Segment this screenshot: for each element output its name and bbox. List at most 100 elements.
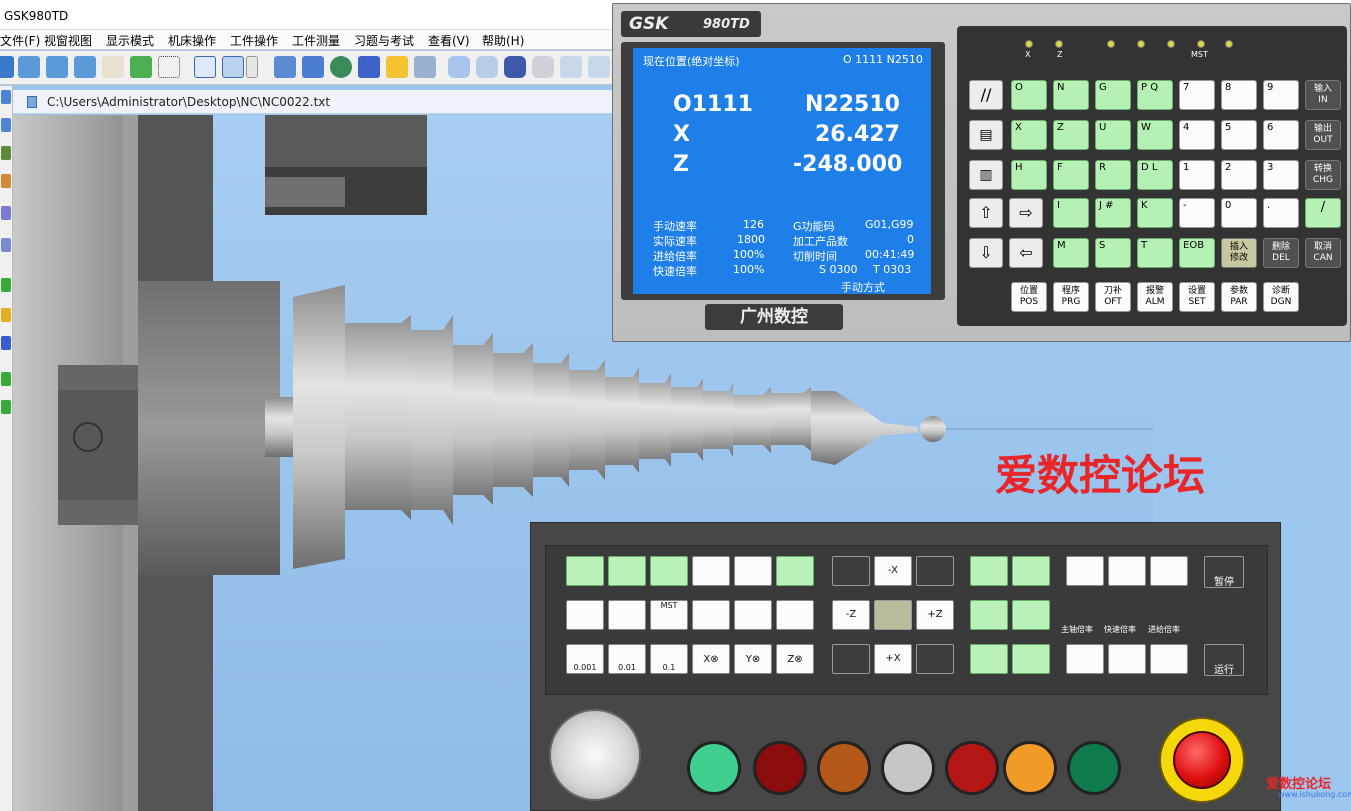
handwheel-interrupt-button[interactable]	[1003, 741, 1057, 795]
jog-minus-z-key[interactable]: -Z	[832, 600, 870, 630]
page-up-key[interactable]: ▤	[969, 120, 1003, 150]
key-1[interactable]: 1	[1179, 160, 1215, 190]
side-tool-icon-8[interactable]	[1, 308, 11, 322]
open-icon[interactable]	[0, 56, 14, 78]
x-axis-select-key[interactable]: X⊗	[692, 644, 730, 674]
spindle-stop-icon[interactable]	[970, 600, 1008, 630]
cylinder-icon[interactable]	[448, 56, 470, 78]
input-key[interactable]: 输入 IN	[1305, 80, 1341, 110]
key-n[interactable]: N	[1053, 80, 1089, 110]
fixture-icon[interactable]	[560, 56, 582, 78]
tool-retract-button[interactable]	[881, 741, 935, 795]
offset-key[interactable]: 刀补 OFT	[1095, 282, 1131, 312]
feed-hold-button[interactable]: 暂停	[1204, 556, 1244, 588]
key-7[interactable]: 7	[1179, 80, 1215, 110]
feed-override-down-icon[interactable]	[1150, 644, 1188, 674]
side-tool-icon-9[interactable]	[1, 336, 11, 350]
mst-lock-icon[interactable]: MST	[650, 600, 688, 630]
side-tool-icon-7[interactable]	[1, 278, 11, 292]
section-view-icon[interactable]	[222, 56, 244, 78]
key-m[interactable]: M	[1053, 238, 1089, 268]
emergency-stop-button[interactable]	[1173, 731, 1231, 789]
feed-override-up-icon[interactable]	[1150, 556, 1188, 586]
coolant-icon[interactable]	[1012, 556, 1050, 586]
mdi-mode-icon[interactable]	[650, 556, 688, 586]
handwheel[interactable]	[549, 709, 641, 801]
cursor-up-key[interactable]: ⇧	[969, 198, 1003, 228]
key-6[interactable]: 6	[1263, 120, 1299, 150]
view-frame-icon[interactable]	[194, 56, 216, 78]
spindle-ccw-icon[interactable]	[970, 644, 1008, 674]
skip-block-icon[interactable]	[608, 600, 646, 630]
key-4[interactable]: 4	[1179, 120, 1215, 150]
program-restart-button[interactable]	[817, 741, 871, 795]
workpiece-icon[interactable]	[358, 56, 380, 78]
key-5[interactable]: 5	[1221, 120, 1257, 150]
slash-input-key[interactable]: /	[1305, 198, 1341, 228]
key-8[interactable]: 8	[1221, 80, 1257, 110]
cycle-start-button[interactable]: 运行	[1204, 644, 1244, 676]
step-0001-key[interactable]: 0.001	[566, 644, 604, 674]
key-t[interactable]: T	[1137, 238, 1173, 268]
bar-icon[interactable]	[504, 56, 526, 78]
rotate-icon[interactable]	[130, 56, 152, 78]
single-block-icon[interactable]	[566, 600, 604, 630]
key-w[interactable]: W	[1137, 120, 1173, 150]
handwheel-mode-icon[interactable]	[734, 556, 772, 586]
menu-machine-operation[interactable]: 机床操作	[168, 32, 216, 49]
program-zero-icon[interactable]	[776, 600, 814, 630]
menu-file[interactable]: 文件(F)	[0, 32, 40, 49]
cancel-key[interactable]: 取消 CAN	[1305, 238, 1341, 268]
key-g[interactable]: G	[1095, 80, 1131, 110]
alarm-key[interactable]: 报警 ALM	[1137, 282, 1173, 312]
rapid-override-up-icon[interactable]	[1108, 556, 1146, 586]
side-tool-icon-4[interactable]	[1, 174, 11, 188]
power-on-button[interactable]	[687, 741, 741, 795]
side-tool-icon-1[interactable]	[1, 90, 11, 104]
key-9[interactable]: 9	[1263, 80, 1299, 110]
key-x[interactable]: X	[1011, 120, 1047, 150]
edit-mode-icon[interactable]	[566, 556, 604, 586]
power-off-button[interactable]	[753, 741, 807, 795]
dropdown-arrow-icon[interactable]	[246, 56, 258, 78]
menu-view-window[interactable]: 视窗视图	[44, 32, 92, 49]
blank-key[interactable]	[734, 600, 772, 630]
key-j-hash[interactable]: J #	[1095, 198, 1131, 228]
key-p-q[interactable]: P Q	[1137, 80, 1173, 110]
tool-icon[interactable]	[274, 56, 296, 78]
reference-return-icon[interactable]	[692, 556, 730, 586]
spindle-override-up-icon[interactable]	[1066, 556, 1104, 586]
key-0[interactable]: 0	[1221, 198, 1257, 228]
coolant-icon[interactable]	[330, 56, 352, 78]
side-tool-icon-6[interactable]	[1, 238, 11, 252]
zoom-in-icon[interactable]	[18, 56, 40, 78]
lubrication-icon[interactable]	[1012, 600, 1050, 630]
setting-key[interactable]: 设置 SET	[1179, 282, 1215, 312]
side-tool-icon-5[interactable]	[1, 206, 11, 220]
change-key[interactable]: 转换 CHG	[1305, 160, 1341, 190]
key-k[interactable]: K	[1137, 198, 1173, 228]
menu-workpiece-operation[interactable]: 工件操作	[230, 32, 278, 49]
cursor-right-key[interactable]: ⇨	[1009, 198, 1043, 228]
side-tool-icon-10[interactable]	[1, 372, 11, 386]
zoom-out-icon[interactable]	[46, 56, 68, 78]
slash-key[interactable]: //	[969, 80, 1003, 110]
key-eob[interactable]: EOB	[1179, 238, 1215, 268]
manual-mode-icon[interactable]	[776, 556, 814, 586]
program-key[interactable]: 程序 PRG	[1053, 282, 1089, 312]
rapid-traverse-icon[interactable]	[874, 600, 912, 630]
cursor-down-key[interactable]: ⇩	[969, 238, 1003, 268]
menu-display-mode[interactable]: 显示模式	[106, 32, 154, 49]
jog-minus-x-key[interactable]: -X	[874, 556, 912, 586]
key-f[interactable]: F	[1053, 160, 1089, 190]
shaft-icon[interactable]	[532, 56, 554, 78]
pipe-icon[interactable]	[476, 56, 498, 78]
position-key[interactable]: 位置 POS	[1011, 282, 1047, 312]
cursor-left-key[interactable]: ⇦	[1009, 238, 1043, 268]
program-protect-button[interactable]	[1067, 741, 1121, 795]
output-key[interactable]: 输出 OUT	[1305, 120, 1341, 150]
chuck-icon[interactable]	[414, 56, 436, 78]
zoom-window-icon[interactable]	[74, 56, 96, 78]
side-tool-icon-11[interactable]	[1, 400, 11, 414]
key-h[interactable]: H	[1011, 160, 1047, 190]
